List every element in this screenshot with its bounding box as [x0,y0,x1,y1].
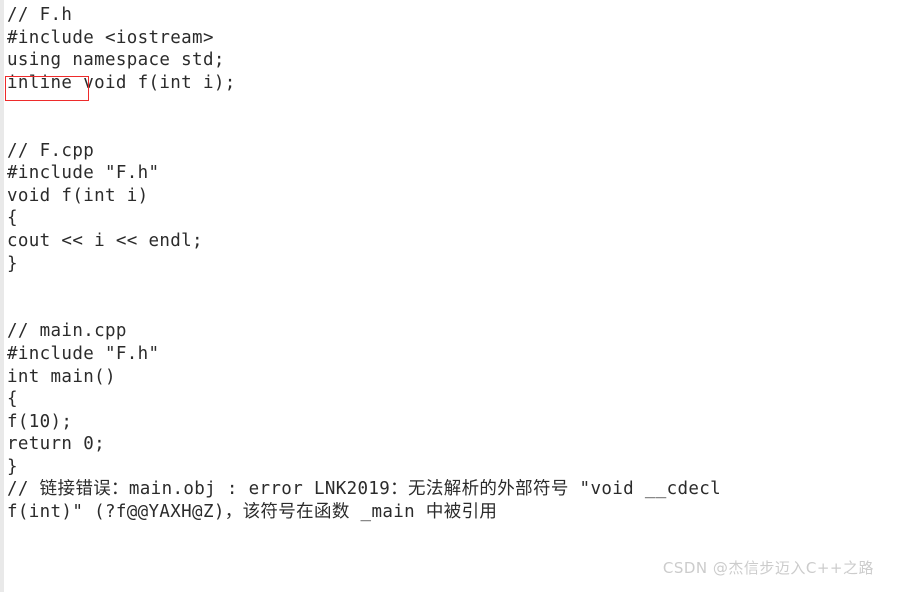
code-line: { [7,389,18,410]
code-line: // F.h [7,5,73,25]
code-line: void f(int i) [7,185,149,206]
code-line-error-message-part2: f(int)" (?f@@YAXH@Z)，该符号在函数 _main 中被引用 [7,502,498,523]
code-line: cout << i << endl; [7,230,203,251]
csdn-watermark: CSDN @杰信步迈入C++之路 [662,559,874,577]
code-line: f(10); [7,411,73,432]
code-line: } [7,253,18,274]
code-line: #include "F.h" [7,343,160,364]
code-line: } [7,456,18,477]
code-line: { [7,208,18,229]
code-line: #include <iostream> [7,27,214,48]
code-line-error-message-part1: // 链接错误：main.obj : error LNK2019：无法解析的外部… [7,479,722,500]
code-line-inline-declaration: inline void f(int i); [7,72,236,93]
code-line: #include "F.h" [7,163,160,184]
code-line: int main() [7,366,116,387]
code-line: using namespace std; [7,50,225,71]
code-line: // main.cpp [7,321,127,342]
code-line: // F.cpp [7,140,95,161]
code-snippet-body: // F.h #include <iostream> using namespa… [0,0,898,524]
code-line: return 0; [7,434,105,455]
